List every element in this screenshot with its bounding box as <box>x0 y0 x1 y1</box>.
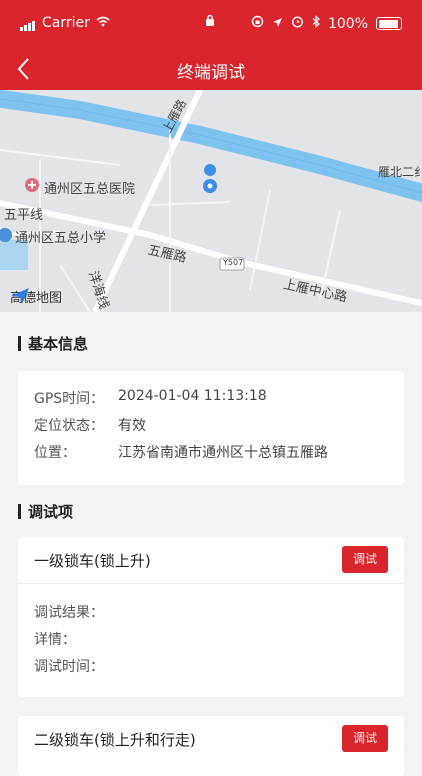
page-title: 终端调试 <box>177 63 245 83</box>
rotation-lock-icon <box>251 15 264 32</box>
status-bar: Carrier 100% <box>0 0 422 48</box>
basic-info-title: 基本信息 <box>18 333 88 354</box>
debug-button[interactable]: 调试 <box>342 725 388 752</box>
nav-bar: 终端调试 <box>0 48 422 90</box>
map-label-yanbei: 雁北二纟 <box>378 165 422 179</box>
map-view[interactable]: 上雁路 雁北二纟 通州区五总医院 五平线 通州区五总小学 五雁路 洋海线 Y50… <box>0 90 422 312</box>
location-icon <box>272 16 283 32</box>
position-row: 位置： 江苏省南通市通州区十总镇五雁路 <box>34 442 328 462</box>
debug-card-level2: 二级锁车(锁上升和行走) 调试 <box>18 716 404 776</box>
map-label-wuping: 五平线 <box>4 208 44 223</box>
location-state-label: 定位状态： <box>34 418 104 434</box>
gaode-icon <box>11 288 29 304</box>
gps-time-row: GPS时间： 2024-01-04 11:13:18 <box>34 388 267 408</box>
debug-time-label: 调试时间： <box>34 659 104 675</box>
debug-result-label: 调试结果： <box>34 605 104 621</box>
battery-percent: 100% <box>327 15 368 32</box>
bluetooth-icon <box>312 15 320 32</box>
debug-card-header: 一级锁车(锁上升) 调试 <box>18 537 404 584</box>
signal-icon <box>20 15 36 31</box>
gps-time-label: GPS时间： <box>34 391 105 407</box>
lock-icon <box>205 14 215 31</box>
debug-item-name: 二级锁车(锁上升和行走) <box>34 731 196 749</box>
header: Carrier 100% 终端调试 <box>0 0 422 90</box>
carrier-label: Carrier <box>42 15 90 31</box>
debug-card-level1: 一级锁车(锁上升) 调试 调试结果： 详情： 调试时间： <box>18 537 404 697</box>
debug-card-header: 二级锁车(锁上升和行走) 调试 <box>18 716 404 762</box>
battery-icon <box>376 17 402 30</box>
map-label-y507: Y507 <box>223 258 244 267</box>
position-value: 江苏省南通市通州区十总镇五雁路 <box>118 445 328 461</box>
gps-time-value: 2024-01-04 11:13:18 <box>118 388 267 404</box>
debug-detail-label: 详情： <box>34 632 76 648</box>
location-state-value: 有效 <box>118 418 146 434</box>
debug-items-title: 调试项 <box>18 501 73 522</box>
debug-item-name: 一级锁车(锁上升) <box>34 552 151 570</box>
debug-button[interactable]: 调试 <box>342 546 388 573</box>
alarm-icon <box>291 15 304 32</box>
basic-info-card: GPS时间： 2024-01-04 11:13:18 定位状态： 有效 位置： … <box>18 371 404 485</box>
position-label: 位置： <box>34 445 76 461</box>
map-label-school: 通州区五总小学 <box>15 231 107 246</box>
location-state-row: 定位状态： 有效 <box>34 415 146 435</box>
wifi-icon <box>96 15 110 31</box>
map-label-hospital: 通州区五总医院 <box>44 182 136 197</box>
gaode-logo: 高德地图 <box>10 287 62 306</box>
